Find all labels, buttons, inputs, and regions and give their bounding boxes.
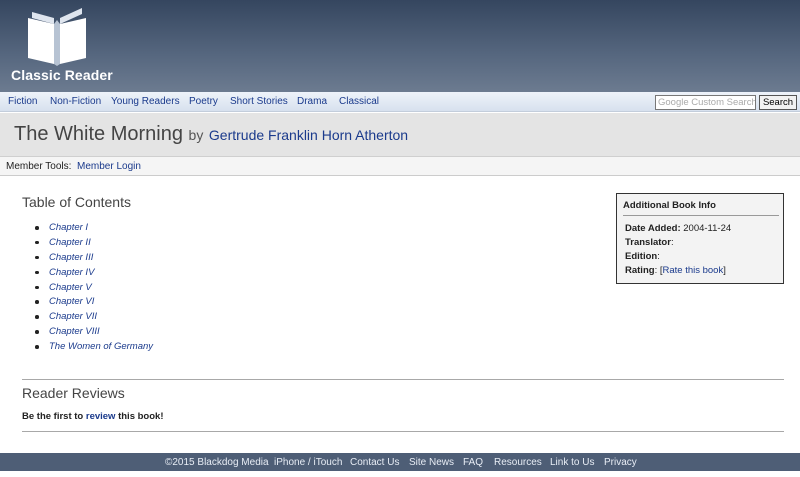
rating-row: Rating: [Rate this book]: [625, 265, 726, 276]
toc-item: Chapter VIII: [35, 326, 153, 341]
site-logo-text[interactable]: Classic Reader: [11, 67, 113, 83]
date-added-row: Date Added: 2004-11-24: [625, 223, 732, 234]
chapter-link[interactable]: Chapter IV: [49, 267, 94, 278]
bullet-icon: [35, 240, 39, 245]
site-header: Classic Reader: [0, 0, 800, 92]
site-footer: ©2015 Blackdog Media iPhone / iTouch Con…: [0, 453, 800, 471]
rate-this-book-link[interactable]: Rate this book: [662, 265, 723, 276]
open-book-logo-icon[interactable]: [24, 4, 90, 66]
toc-item: Chapter IV: [35, 267, 153, 282]
search-input[interactable]: Google Custom Search: [655, 95, 756, 110]
reviews-text-after: this book!: [118, 411, 164, 422]
chapter-link[interactable]: The Women of Germany: [49, 341, 153, 352]
translator-label: Translator: [625, 237, 671, 248]
section-divider: [22, 431, 784, 432]
footer-link-to-us[interactable]: Link to Us: [550, 457, 594, 468]
chapter-link[interactable]: Chapter VII: [49, 311, 97, 322]
reviews-heading: Reader Reviews: [22, 385, 125, 401]
member-tools-label: Member Tools:: [6, 161, 72, 172]
book-info-title: Additional Book Info: [623, 200, 716, 211]
footer-resources-link[interactable]: Resources: [494, 457, 542, 468]
bullet-icon: [35, 300, 39, 304]
book-info-box: Additional Book Info Date Added: 2004-11…: [616, 193, 784, 284]
translator-row: Translator:: [625, 237, 674, 248]
footer-faq-link[interactable]: FAQ: [463, 457, 483, 468]
member-login-link[interactable]: Member Login: [77, 161, 141, 172]
nav-poetry[interactable]: Poetry: [189, 96, 218, 107]
bullet-icon: [35, 330, 39, 334]
category-nav: Fiction Non-Fiction Young Readers Poetry…: [0, 92, 800, 112]
toc-item: Chapter II: [35, 237, 153, 252]
review-link[interactable]: review: [86, 411, 116, 422]
member-tools-bar: Member Tools: Member Login: [0, 157, 800, 176]
chapter-link[interactable]: Chapter III: [49, 252, 93, 263]
search-button[interactable]: Search: [759, 95, 797, 110]
nav-fiction[interactable]: Fiction: [8, 96, 37, 107]
rating-label: Rating: [625, 265, 655, 276]
bullet-icon: [35, 270, 39, 275]
toc-item: Chapter V: [35, 282, 153, 297]
nav-classical[interactable]: Classical: [339, 96, 379, 107]
bullet-icon: [35, 315, 39, 319]
bullet-icon: [35, 226, 39, 230]
footer-iphone-link[interactable]: iPhone / iTouch: [274, 457, 342, 468]
book-info-divider: [623, 215, 779, 216]
nav-young-readers[interactable]: Young Readers: [111, 96, 180, 107]
footer-site-news-link[interactable]: Site News: [409, 457, 454, 468]
chapter-link[interactable]: Chapter VI: [49, 296, 94, 307]
nav-non-fiction[interactable]: Non-Fiction: [50, 96, 101, 107]
toc-item: Chapter I: [35, 222, 153, 237]
toc-item: Chapter VII: [35, 311, 153, 326]
book-author-link[interactable]: Gertrude Franklin Horn Atherton: [209, 127, 408, 143]
chapter-link[interactable]: Chapter V: [49, 282, 92, 293]
edition-row: Edition:: [625, 251, 660, 262]
toc-item: The Women of Germany: [35, 341, 153, 356]
reviews-prompt: Be the first to review this book!: [22, 411, 163, 422]
bullet-icon: [35, 255, 39, 260]
bullet-icon: [35, 345, 39, 349]
toc-list: Chapter I Chapter II Chapter III Chapter…: [35, 222, 153, 356]
section-divider: [22, 379, 784, 380]
book-title: The White Morning: [14, 123, 183, 145]
toc-heading: Table of Contents: [22, 194, 131, 210]
footer-contact-link[interactable]: Contact Us: [350, 457, 399, 468]
nav-short-stories[interactable]: Short Stories: [230, 96, 288, 107]
chapter-link[interactable]: Chapter VIII: [49, 326, 100, 337]
book-heading: The White Morning by Gertrude Franklin H…: [14, 123, 408, 146]
book-by: by: [188, 127, 204, 143]
date-added-label: Date Added: [625, 223, 678, 234]
chapter-link[interactable]: Chapter II: [49, 237, 91, 248]
nav-drama[interactable]: Drama: [297, 96, 327, 107]
edition-label: Edition: [625, 251, 658, 262]
date-added-value: 2004-11-24: [683, 223, 732, 234]
chapter-link[interactable]: Chapter I: [49, 222, 88, 233]
bullet-icon: [35, 285, 39, 290]
footer-copyright: ©2015 Blackdog Media: [165, 457, 269, 468]
book-title-band: The White Morning by Gertrude Franklin H…: [0, 113, 800, 157]
footer-privacy-link[interactable]: Privacy: [604, 457, 637, 468]
toc-item: Chapter VI: [35, 296, 153, 311]
reviews-text-before: Be the first to: [22, 411, 84, 422]
toc-item: Chapter III: [35, 252, 153, 267]
